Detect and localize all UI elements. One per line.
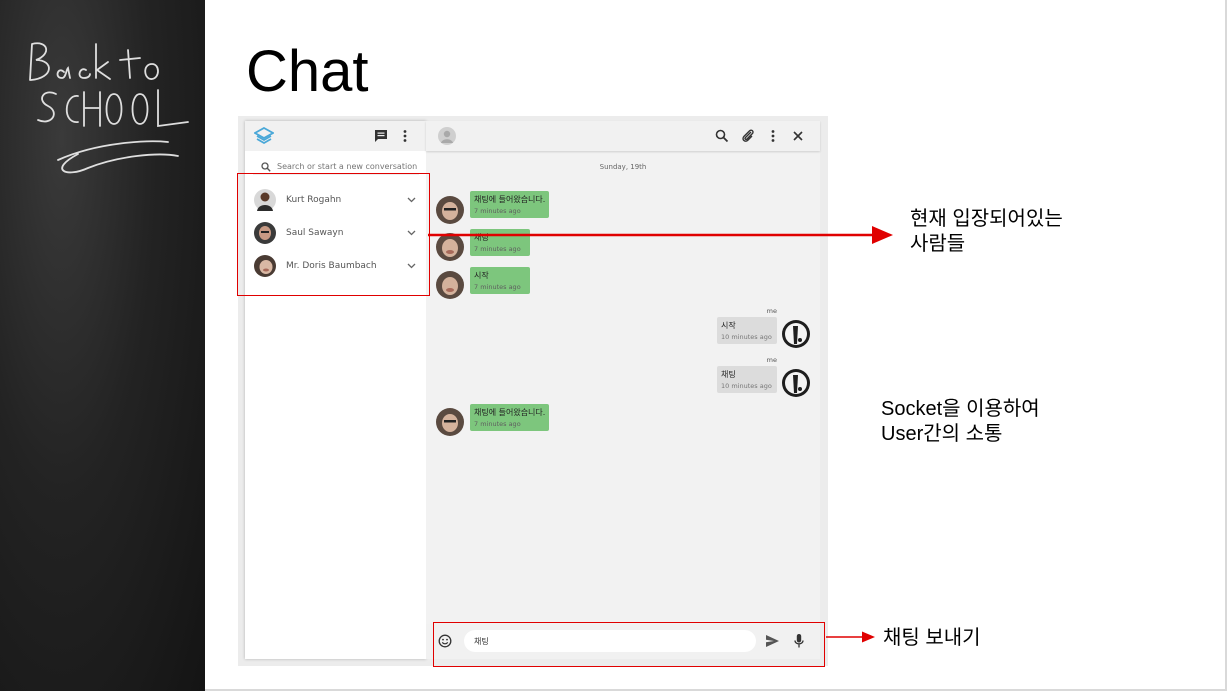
annotation-arrow	[826, 631, 875, 643]
annotation-line: 사람들	[910, 233, 966, 255]
message-text: 시작	[721, 321, 736, 330]
new-chat-icon[interactable]	[373, 128, 389, 144]
avatar	[436, 271, 464, 299]
message-bubble: 시작 10 minutes ago	[717, 317, 777, 344]
message-text: 시작	[474, 271, 489, 280]
paperclip-icon[interactable]	[740, 128, 756, 144]
annotation-line: User간의 소통	[881, 423, 1003, 445]
annotation-socket: Socket을 이용하여 User간의 소통	[881, 397, 1040, 447]
message-bubble: 채팅에 들어왔습니다. 7 minutes ago	[470, 191, 550, 218]
more-vertical-icon[interactable]	[397, 128, 413, 144]
search-icon[interactable]	[714, 128, 730, 144]
avatar	[436, 408, 464, 436]
message-bubble: 채팅 10 minutes ago	[717, 366, 777, 393]
message-text: 채팅에 들어왔습니다.	[474, 195, 546, 204]
chalkboard-panel	[0, 0, 205, 691]
message-time: 7 minutes ago	[474, 207, 521, 215]
back-to-school-logo	[29, 42, 189, 174]
app-logo-icon	[254, 127, 274, 145]
message-text: 채팅에 들어왔습니다.	[474, 408, 546, 417]
more-vertical-icon[interactable]	[765, 128, 781, 144]
message-time: 7 minutes ago	[474, 245, 521, 253]
slide-title: Chat	[246, 39, 369, 104]
message-bubble: 채팅에 들어왔습니다. 7 minutes ago	[470, 404, 550, 431]
search-input[interactable]	[277, 162, 417, 171]
date-separator: Sunday, 19th	[599, 163, 647, 171]
avatar-placeholder-icon[interactable]	[438, 127, 456, 145]
sender-label: me	[766, 307, 777, 315]
present-users-highlight	[237, 173, 430, 296]
annotation-send-chat: 채팅 보내기	[883, 627, 981, 649]
sidebar-header	[245, 121, 426, 151]
avatar	[782, 320, 810, 348]
annotation-arrow	[428, 226, 893, 244]
annotation-present-users: 현재 입장되어있는 사람들	[910, 207, 1063, 257]
message-time: 10 minutes ago	[721, 382, 772, 390]
chat-header	[426, 121, 820, 151]
message-time: 7 minutes ago	[474, 283, 521, 291]
message-time: 7 minutes ago	[474, 420, 521, 428]
avatar	[436, 196, 464, 224]
avatar	[782, 369, 810, 397]
annotation-line: 현재 입장되어있는	[910, 208, 1063, 230]
message-text: 채팅	[721, 370, 736, 379]
send-chat-highlight	[433, 622, 825, 667]
search-icon	[261, 161, 271, 172]
message-bubble: 시작 7 minutes ago	[470, 267, 530, 294]
annotation-line: Socket을 이용하여	[881, 398, 1040, 420]
close-icon[interactable]	[790, 128, 806, 144]
sender-label: me	[766, 356, 777, 364]
message-time: 10 minutes ago	[721, 333, 772, 341]
chat-pane: Sunday, 19th 채팅에 들어왔습니다. 7 minutes ago 채…	[426, 121, 820, 659]
